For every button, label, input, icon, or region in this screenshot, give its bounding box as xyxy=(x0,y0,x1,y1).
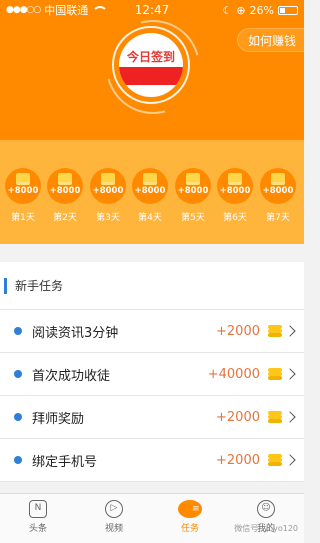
tab-label: 视频 xyxy=(104,524,123,534)
tab-headlines[interactable]: N 头条 xyxy=(0,494,76,543)
bottom-tab-bar: N 头条 ▷ 视频 ≡ 任务 ☺ 我的 xyxy=(0,493,304,543)
coins-icon xyxy=(143,173,157,182)
task-name: 拜师奖励 xyxy=(32,411,85,427)
day-label: 第2天 xyxy=(53,213,77,223)
coin-badge: +8000 xyxy=(260,168,296,204)
signin-day-4[interactable]: +8000 第4天 xyxy=(131,168,169,223)
day-label: 第3天 xyxy=(96,213,120,223)
bullet-dot xyxy=(14,370,22,378)
day-label: 第4天 xyxy=(138,213,162,223)
task-list-icon: ≡ xyxy=(178,500,202,518)
bullet-dot xyxy=(14,327,22,335)
day-label: 第1天 xyxy=(11,213,35,223)
tab-label: 任务 xyxy=(180,524,199,534)
coin-badge: +8000 xyxy=(175,168,211,204)
chevron-right-icon xyxy=(284,454,296,466)
task-name: 阅读资讯3分钟 xyxy=(32,325,119,341)
battery-icon xyxy=(278,5,298,15)
tab-tasks[interactable]: ≡ 任务 xyxy=(152,494,228,543)
play-icon: ▷ xyxy=(105,500,123,518)
signin-day-1[interactable]: +8000 第1天 xyxy=(4,168,42,223)
tab-label: 头条 xyxy=(28,524,47,534)
day-reward: +8000 xyxy=(219,186,251,196)
task-row-read-news[interactable]: 阅读资讯3分钟 +2000 xyxy=(0,310,304,353)
coins-icon xyxy=(101,173,115,182)
task-row-first-apprentice[interactable]: 首次成功收徒 +40000 xyxy=(0,353,304,396)
task-reward: +2000 xyxy=(216,452,260,468)
signin-day-6[interactable]: +8000 第6天 xyxy=(216,168,254,223)
profile-icon: ☺ xyxy=(257,500,275,518)
tab-me[interactable]: ☺ 我的 xyxy=(228,494,304,543)
coins-icon xyxy=(268,454,282,466)
signin-day-7[interactable]: +8000 第7天 xyxy=(259,168,297,223)
coins-icon xyxy=(16,173,30,182)
task-reward: +2000 xyxy=(216,409,260,425)
watermark-text: 微信号: yoyo120 xyxy=(234,524,298,533)
news-icon: N xyxy=(29,500,47,518)
task-row-bind-phone[interactable]: 绑定手机号 +2000 xyxy=(0,439,304,482)
day-reward: +8000 xyxy=(177,186,209,196)
newbie-tasks-panel: 新手任务 阅读资讯3分钟 +2000 首次成功收徒 +40000 拜师奖励 +2… xyxy=(0,262,304,482)
header: ●●●○○ 中国联通 12:47 ☾ ⊕ 26% 如何赚钱 今日签到 xyxy=(0,0,304,140)
task-name: 绑定手机号 xyxy=(32,454,98,470)
bullet-dot xyxy=(14,413,22,421)
coin-badge: +8000 xyxy=(217,168,253,204)
tab-video[interactable]: ▷ 视频 xyxy=(76,494,152,543)
coins-icon xyxy=(228,173,242,182)
section-title: 新手任务 xyxy=(15,279,64,293)
chevron-right-icon xyxy=(284,368,296,380)
day-label: 第6天 xyxy=(223,213,247,223)
day-label: 第5天 xyxy=(181,213,205,223)
day-reward: +8000 xyxy=(49,186,81,196)
coins-icon xyxy=(186,173,200,182)
bullet-dot xyxy=(14,456,22,464)
task-reward: +2000 xyxy=(216,323,260,339)
coins-icon xyxy=(58,173,72,182)
coin-badge: +8000 xyxy=(5,168,41,204)
coins-icon xyxy=(268,325,282,337)
day-reward: +8000 xyxy=(92,186,124,196)
how-to-earn-button[interactable]: 如何赚钱 xyxy=(236,28,304,52)
task-name: 首次成功收徒 xyxy=(32,368,111,384)
signin-red-bar xyxy=(119,67,183,85)
coin-badge: +8000 xyxy=(90,168,126,204)
signin-label: 今日签到 xyxy=(126,50,175,64)
signin-days-strip: +8000 第1天 +8000 第2天 +8000 第3天 +8000 第4天 … xyxy=(0,140,304,244)
chevron-right-icon xyxy=(284,325,296,337)
daily-signin-button[interactable]: 今日签到 xyxy=(112,26,190,104)
signin-day-3[interactable]: +8000 第3天 xyxy=(89,168,127,223)
coins-icon xyxy=(271,173,285,182)
status-time: 12:47 xyxy=(134,3,170,17)
coins-icon xyxy=(268,368,282,380)
status-bar: ●●●○○ 中国联通 12:47 ☾ ⊕ 26% xyxy=(0,0,304,20)
signin-day-5[interactable]: +8000 第5天 xyxy=(174,168,212,223)
coins-icon xyxy=(268,411,282,423)
day-label: 第7天 xyxy=(266,213,290,223)
day-reward: +8000 xyxy=(7,186,39,196)
task-row-mentor-reward[interactable]: 拜师奖励 +2000 xyxy=(0,396,304,439)
day-reward: +8000 xyxy=(262,186,294,196)
coin-badge: +8000 xyxy=(47,168,83,204)
section-accent-bar xyxy=(4,277,7,294)
coin-badge: +8000 xyxy=(132,168,168,204)
signin-badge: 今日签到 xyxy=(119,33,183,97)
chevron-right-icon xyxy=(284,411,296,423)
signin-day-2[interactable]: +8000 第2天 xyxy=(46,168,84,223)
task-reward: +40000 xyxy=(207,366,260,382)
day-reward: +8000 xyxy=(134,186,166,196)
section-header: 新手任务 xyxy=(0,262,304,310)
